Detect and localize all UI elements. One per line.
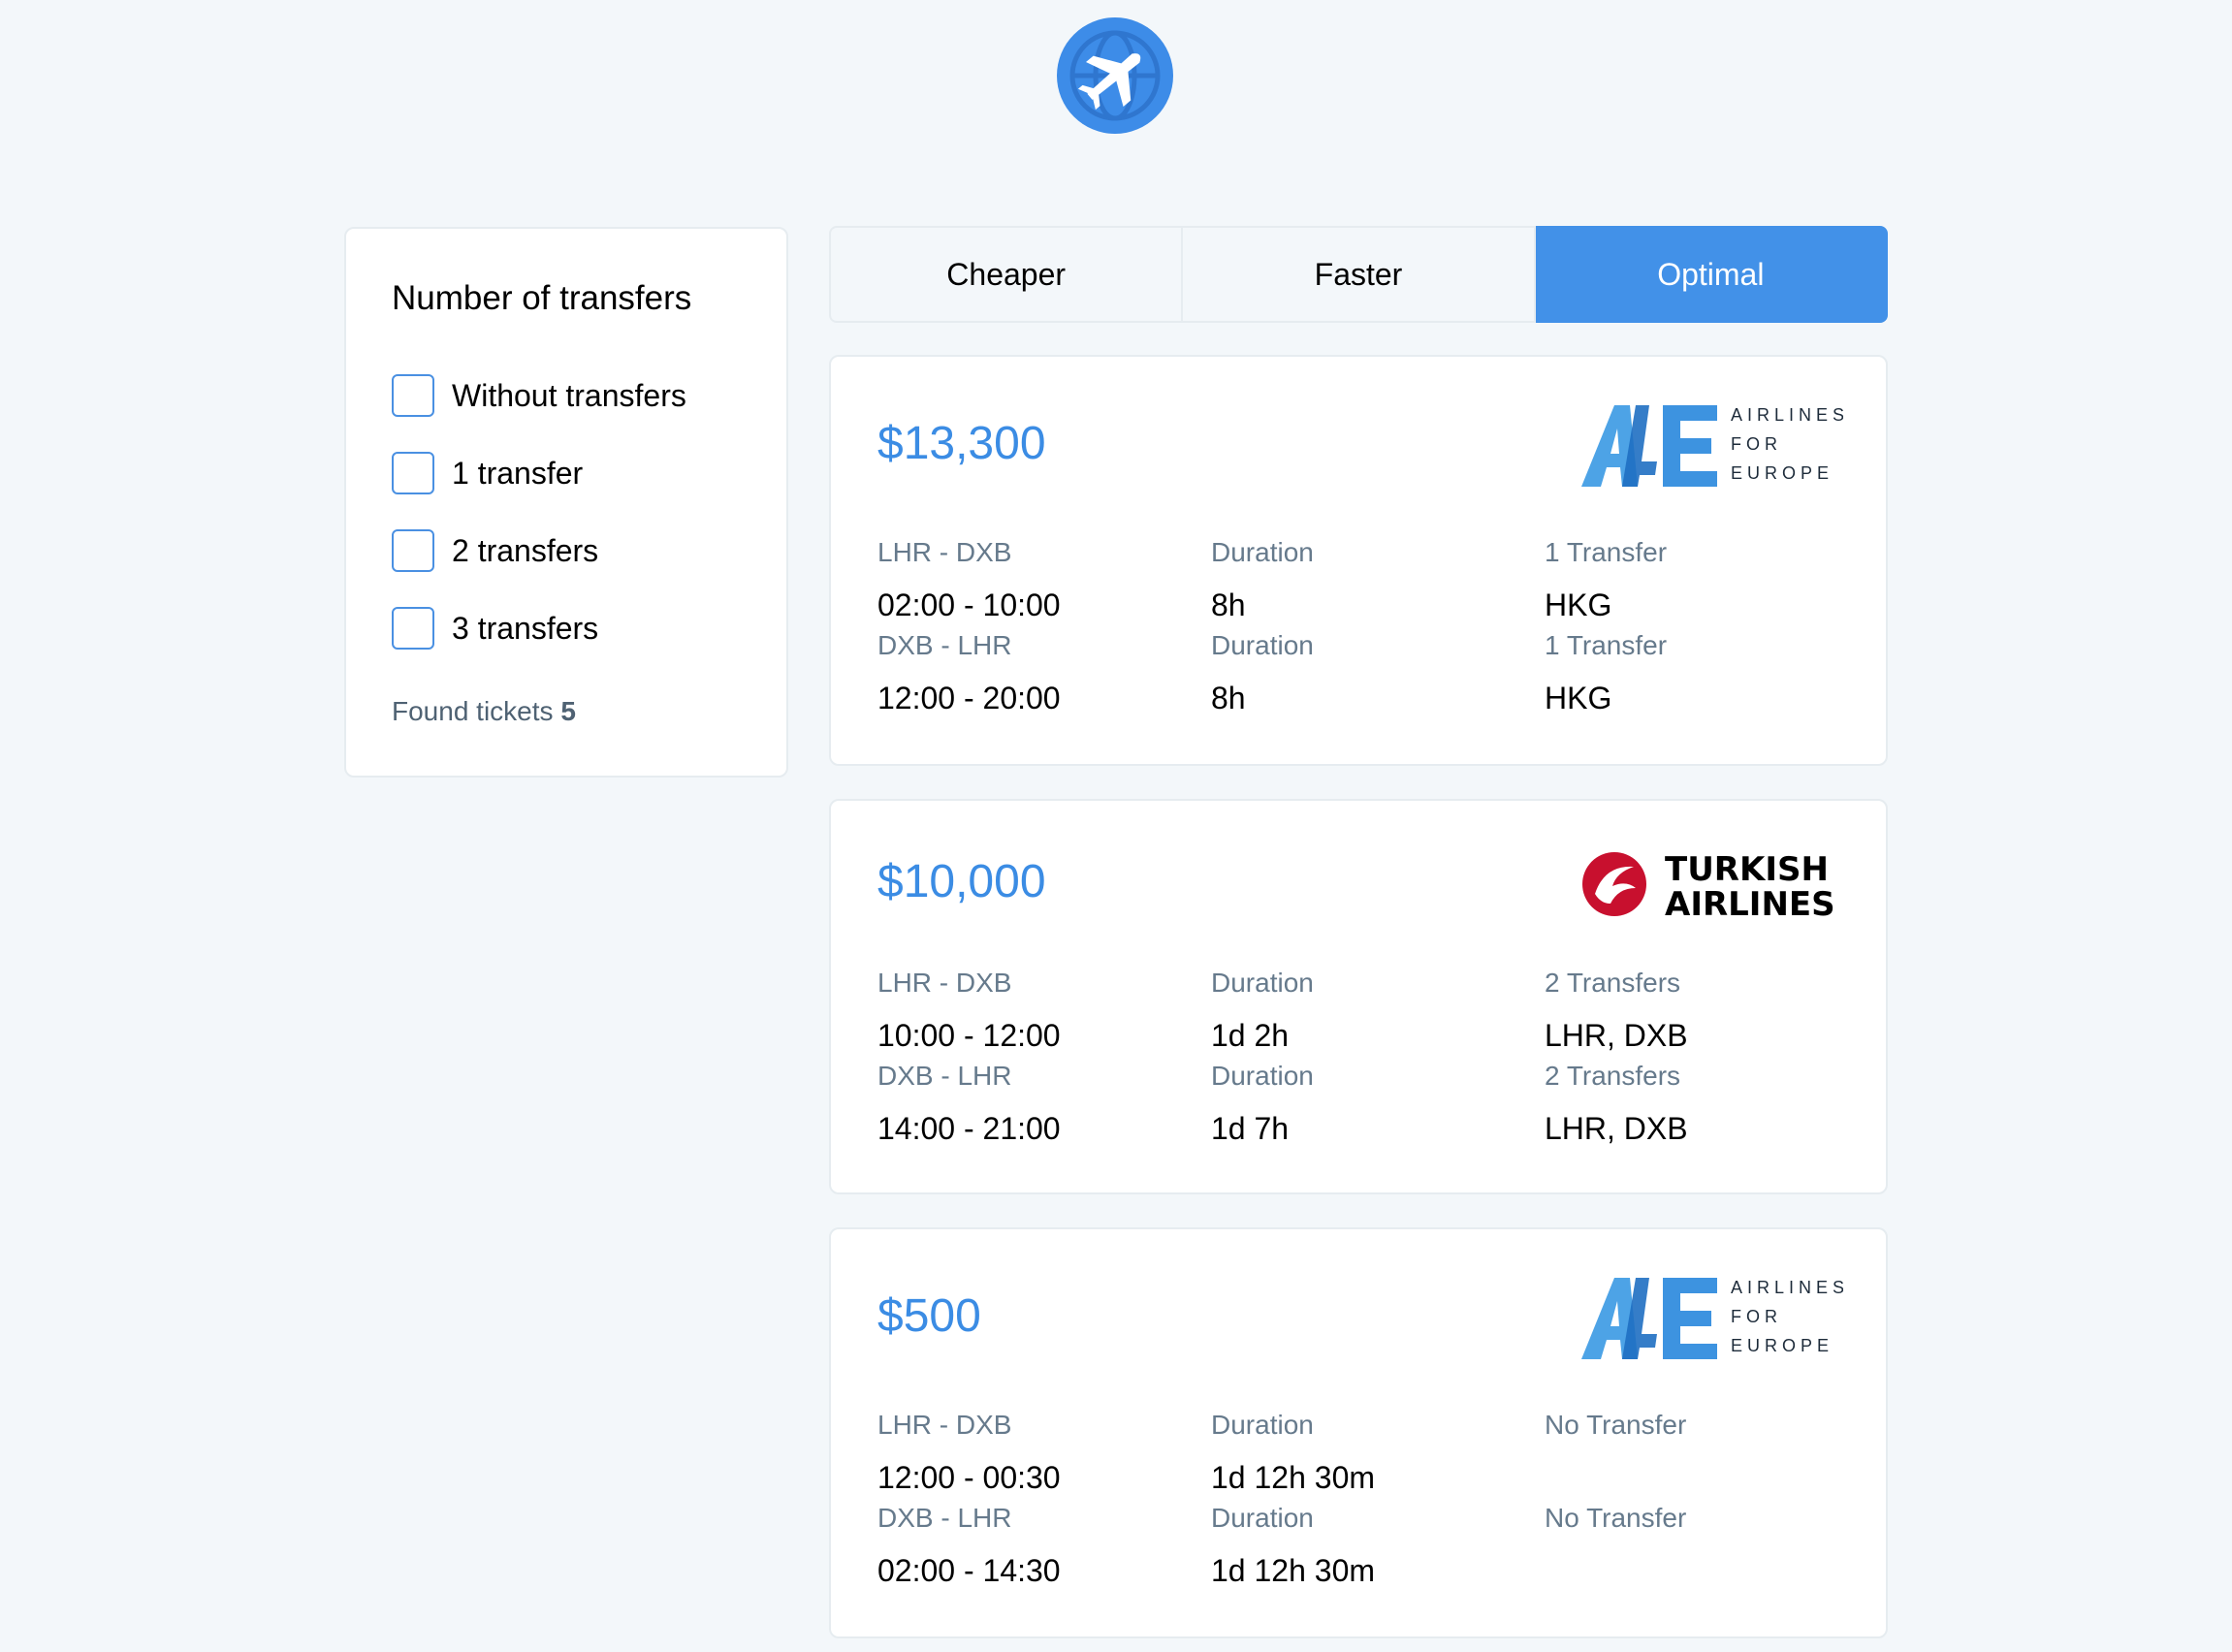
a4e-logo: AIRLINES FOR EUROPE (1581, 403, 1844, 505)
found-tickets-label: Found tickets (392, 696, 554, 726)
filter-title: Number of transfers (392, 279, 692, 317)
a4e-logo: AIRLINES FOR EUROPE (1581, 1276, 1844, 1378)
filter-option-label: Without transfers (452, 377, 686, 413)
ticket-card[interactable]: $10,000 TURKISH AIRLINES LHR - DXB 10:00 … (829, 799, 1888, 1194)
transfers-label: 2 Transfers (1545, 968, 1681, 998)
transfers-label: No Transfer (1545, 1410, 1687, 1440)
a4e-logo-line: FOR (1731, 1307, 1782, 1326)
transfer-stops: HKG (1545, 681, 1612, 715)
a4e-logo-line: AIRLINES (1731, 405, 1843, 425)
duration-label: Duration (1211, 968, 1314, 998)
flight-time: 12:00 - 20:00 (877, 681, 1061, 715)
flight-time: 02:00 - 10:00 (877, 588, 1061, 622)
app-window: Number of transfers Without transfers 1 … (0, 0, 2232, 1652)
transfers-label: 1 Transfer (1545, 630, 1668, 660)
flight-time: 12:00 - 00:30 (877, 1460, 1061, 1495)
checkbox[interactable] (392, 607, 434, 650)
filter-option-without-transfers[interactable]: Without transfers (392, 372, 686, 419)
tab-optimal[interactable]: Optimal (1535, 226, 1888, 323)
ticket-card[interactable]: $13,300 AIRLINES FOR EUROPE LHR - DXB 02:… (829, 355, 1888, 766)
flight-segment: DXB - LHR 14:00 - 21:00 Duration 1d 7h 2 T… (877, 1059, 1847, 1152)
duration-value: 1d 12h 30m (1211, 1553, 1376, 1588)
flight-segment: LHR - DXB 02:00 - 10:00 Duration 8h 1 Tran… (877, 535, 1847, 628)
checkbox[interactable] (392, 452, 434, 494)
flight-segment: LHR - DXB 10:00 - 12:00 Duration 1d 2h 2 T… (877, 966, 1847, 1059)
ticket-price: $10,000 (877, 856, 1046, 907)
a4e-logo-line: EUROPE (1731, 463, 1833, 483)
duration-value: 8h (1211, 681, 1246, 715)
airplane-globe-icon (1055, 16, 1175, 136)
filter-option-1-transfer[interactable]: 1 transfer (392, 450, 583, 496)
turkish-airlines-logo: TURKISH AIRLINES (1581, 847, 1843, 926)
route-label: DXB - LHR (877, 630, 1012, 660)
duration-label: Duration (1211, 537, 1314, 567)
filter-option-2-transfers[interactable]: 2 transfers (392, 527, 598, 574)
transfer-stops: LHR, DXB (1545, 1018, 1688, 1053)
transfers-label: 1 Transfer (1545, 537, 1668, 567)
filter-option-label: 3 transfers (452, 610, 599, 646)
duration-label: Duration (1211, 1410, 1314, 1440)
route-label: LHR - DXB (877, 1410, 1012, 1440)
duration-label: Duration (1211, 630, 1314, 660)
transfer-stops: HKG (1545, 588, 1612, 622)
duration-value: 1d 2h (1211, 1018, 1290, 1053)
flight-time: 02:00 - 14:30 (877, 1553, 1061, 1588)
found-tickets-count: 5 (560, 696, 576, 726)
transfer-stops (1545, 1458, 1686, 1497)
turkish-logo-line: AIRLINES (1665, 885, 1835, 921)
transfers-filter-panel: Number of transfers Without transfers 1 … (344, 227, 788, 778)
flight-time: 10:00 - 12:00 (877, 1018, 1061, 1053)
transfers-label: No Transfer (1545, 1503, 1687, 1533)
checkbox[interactable] (392, 529, 434, 572)
a4e-logo-line: EUROPE (1731, 1336, 1833, 1355)
flight-segment: DXB - LHR 02:00 - 14:30 Duration 1d 12h 30… (877, 1501, 1847, 1594)
filter-option-label: 1 transfer (452, 455, 584, 491)
duration-label: Duration (1211, 1503, 1314, 1533)
filter-option-3-transfers[interactable]: 3 transfers (392, 605, 598, 651)
route-label: LHR - DXB (877, 537, 1012, 567)
tab-cheaper[interactable]: Cheaper (829, 226, 1184, 323)
a4e-logo-line: AIRLINES (1731, 1278, 1843, 1297)
duration-label: Duration (1211, 1061, 1314, 1091)
turkish-logo-line: TURKISH (1665, 850, 1829, 889)
filter-option-label: 2 transfers (452, 532, 599, 568)
transfers-label: 2 Transfers (1545, 1061, 1681, 1091)
flight-segment: LHR - DXB 12:00 - 00:30 Duration 1d 12h 30… (877, 1408, 1847, 1501)
duration-value: 1d 7h (1211, 1111, 1290, 1146)
route-label: DXB - LHR (877, 1061, 1012, 1091)
a4e-logo-line: FOR (1731, 434, 1782, 454)
duration-value: 1d 12h 30m (1211, 1460, 1376, 1495)
transfer-stops: LHR, DXB (1545, 1111, 1688, 1146)
duration-value: 8h (1211, 588, 1246, 622)
ticket-price: $13,300 (877, 418, 1046, 469)
route-label: LHR - DXB (877, 968, 1012, 998)
ticket-price: $500 (877, 1290, 981, 1342)
flight-time: 14:00 - 21:00 (877, 1111, 1061, 1146)
tab-faster[interactable]: Faster (1183, 226, 1536, 323)
sort-tabs: Cheaper Faster Optimal (829, 226, 1888, 323)
checkbox[interactable] (392, 374, 434, 417)
ticket-card[interactable]: $500 AIRLINES FOR EUROPE LHR - DXB 12:00 … (829, 1227, 1888, 1638)
route-label: DXB - LHR (877, 1503, 1012, 1533)
flight-segment: DXB - LHR 12:00 - 20:00 Duration 8h 1 Tran… (877, 628, 1847, 721)
transfer-stops (1545, 1551, 1686, 1590)
found-tickets: Found tickets 5 (392, 696, 576, 727)
